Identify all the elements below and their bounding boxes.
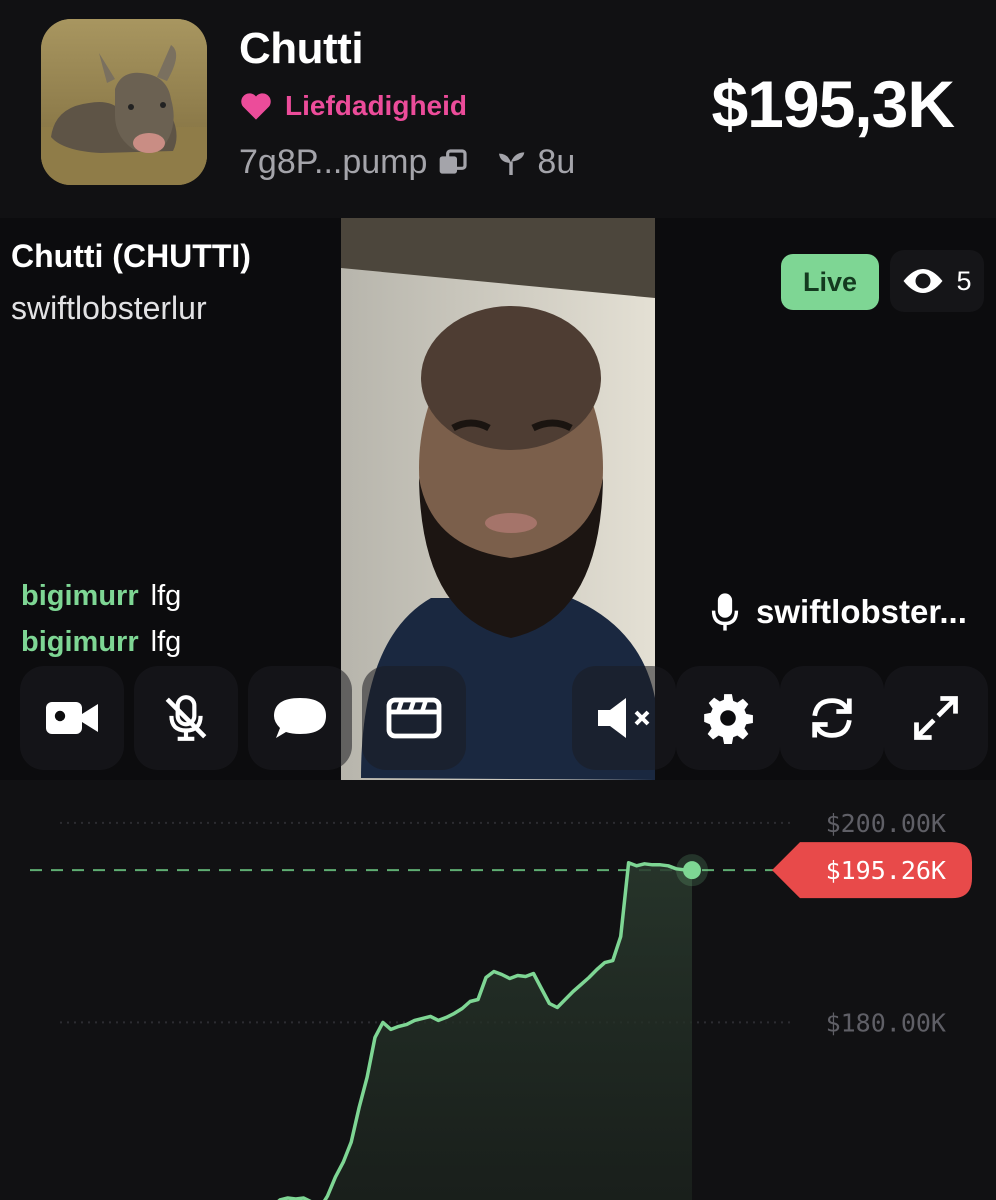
token-avatar[interactable] bbox=[41, 19, 207, 185]
live-badge: Live bbox=[781, 254, 879, 310]
clapperboard-icon bbox=[386, 697, 442, 739]
charity-tag: Liefdadigheid bbox=[239, 90, 467, 122]
camera-icon bbox=[46, 702, 98, 734]
token-header: Chutti Liefdadigheid 7g8P...pump 8u $195… bbox=[0, 0, 996, 218]
refresh-button[interactable] bbox=[780, 666, 884, 770]
volume-muted-icon bbox=[598, 698, 650, 738]
fullscreen-button[interactable] bbox=[884, 666, 988, 770]
charity-label: Liefdadigheid bbox=[285, 90, 467, 121]
current-price-label: $195.26K bbox=[826, 856, 946, 885]
chat-username[interactable]: bigimurr bbox=[21, 619, 139, 665]
microphone-icon bbox=[711, 593, 739, 631]
livestream-panel: Chutti (CHUTTI) swiftlobsterlur Live 5 b… bbox=[0, 218, 996, 780]
token-meta: 7g8P...pump 8u bbox=[239, 143, 575, 182]
speaker-name: swiftlobster... bbox=[756, 593, 967, 630]
token-name: Chutti bbox=[239, 24, 364, 73]
price-chart[interactable]: $200.00K $180.00K $195.26K bbox=[0, 780, 996, 1200]
viewer-count-value: 5 bbox=[956, 265, 972, 296]
stream-title: Chutti (CHUTTI) bbox=[11, 238, 251, 274]
price-area bbox=[272, 862, 692, 1200]
chat-message: bigimurr lfg bbox=[21, 619, 181, 665]
microphone-toggle-button[interactable] bbox=[134, 666, 238, 770]
clips-button[interactable] bbox=[362, 666, 466, 770]
contract-address[interactable]: 7g8P...pump bbox=[239, 143, 427, 182]
price-chart-svg: $200.00K $180.00K $195.26K bbox=[30, 809, 972, 1200]
stream-controls bbox=[0, 666, 996, 770]
rhino-image bbox=[41, 19, 207, 185]
chat-text: lfg bbox=[150, 626, 182, 658]
chat-message: bigimurr lfg bbox=[21, 573, 181, 619]
chat-username[interactable]: bigimurr bbox=[21, 573, 139, 619]
token-age: 8u bbox=[537, 143, 576, 181]
heart-icon bbox=[241, 93, 271, 120]
copy-icon[interactable] bbox=[437, 147, 469, 179]
current-point bbox=[683, 861, 701, 880]
chat-text: lfg bbox=[150, 580, 182, 612]
chat-overlay: bigimurr lfg bigimurr lfg bbox=[21, 573, 181, 665]
y-tick-label: $180.00K bbox=[826, 1008, 946, 1037]
market-cap: $195,3K bbox=[711, 67, 955, 141]
sprout-icon bbox=[495, 147, 527, 179]
eye-icon bbox=[903, 269, 943, 293]
chat-button[interactable] bbox=[248, 666, 352, 770]
refresh-icon bbox=[812, 698, 852, 738]
viewer-count: 5 bbox=[890, 250, 984, 312]
expand-icon bbox=[914, 696, 958, 740]
gear-icon bbox=[704, 694, 753, 744]
y-tick-label: $200.00K bbox=[826, 809, 946, 838]
active-speaker: swiftlobster... bbox=[710, 592, 967, 632]
volume-button[interactable] bbox=[572, 666, 676, 770]
mic-off-icon bbox=[165, 695, 207, 741]
settings-button[interactable] bbox=[676, 666, 780, 770]
chat-bubble-icon bbox=[274, 698, 326, 738]
camera-button[interactable] bbox=[20, 666, 124, 770]
stream-host[interactable]: swiftlobsterlur bbox=[11, 290, 207, 327]
